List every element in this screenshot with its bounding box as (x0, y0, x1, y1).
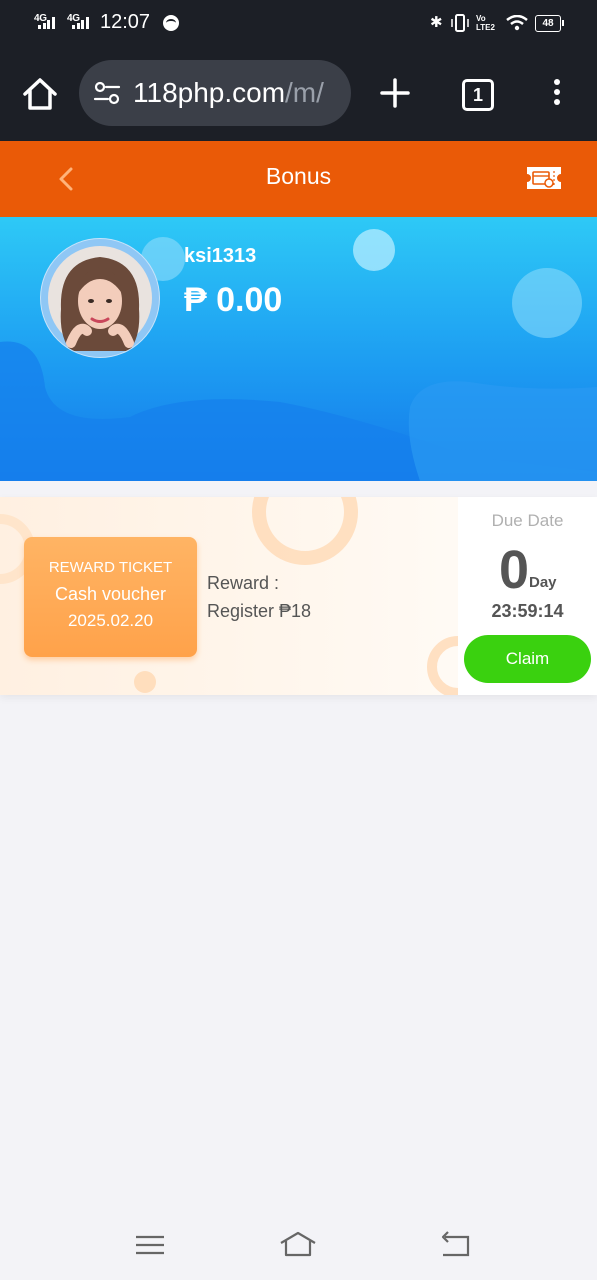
username: ksi1313 (184, 245, 257, 267)
ticket-icon[interactable] (524, 163, 564, 193)
url-path: /m/ (285, 77, 324, 108)
page-title: Bonus (265, 163, 332, 189)
reward-value: Register ₱18 (207, 601, 312, 621)
home-outline-icon[interactable] (278, 1227, 318, 1263)
reward-card: REWARD TICKET Cash voucher 2025.02.20 Re… (0, 497, 597, 695)
more-vertical-icon[interactable] (548, 79, 566, 109)
page-info-icon[interactable] (93, 81, 121, 105)
address-bar[interactable]: 118php.com/m/ (79, 60, 351, 126)
menu-icon[interactable] (130, 1227, 170, 1263)
plus-icon[interactable] (378, 76, 412, 110)
balance: ₱ 0.00 (184, 281, 283, 319)
tab-switcher-button[interactable]: 1 (462, 79, 494, 111)
ticket-date: 2025.02.20 (67, 611, 154, 630)
ticket-type: REWARD TICKET (48, 559, 173, 576)
reward-label: Reward : (207, 573, 280, 593)
profile-banner: ksi1313 ₱ 0.00 (0, 217, 597, 481)
vibrate-icon (451, 14, 469, 32)
spotify-icon (163, 15, 179, 31)
claim-button[interactable]: Claim (464, 635, 591, 683)
ticket-name: Cash voucher (54, 584, 167, 604)
reward-ticket: REWARD TICKET Cash voucher 2025.02.20 (24, 537, 197, 657)
url-text: 118php.com/m/ (133, 77, 324, 109)
url-host: 118php.com (133, 77, 286, 108)
battery-icon: 48 (535, 15, 564, 32)
clock: 12:07 (100, 11, 151, 33)
app-header: Bonus (0, 141, 597, 217)
due-date-label: Due Date (491, 511, 564, 530)
browser-toolbar: 118php.com/m/ 1 (0, 46, 597, 141)
due-unit: Day (529, 574, 557, 591)
avatar-image (48, 246, 152, 351)
system-nav-bar (0, 1215, 597, 1280)
wifi-icon (506, 15, 528, 31)
status-bar: 4G 4G 12:07 ✱ Vo LTE2 48 (0, 0, 597, 46)
due-days: 0 (499, 540, 530, 600)
back-icon[interactable] (435, 1227, 475, 1263)
bluetooth-icon: ✱ (430, 14, 443, 31)
signal-2-icon (72, 17, 89, 29)
due-time: 23:59:14 (491, 601, 564, 621)
avatar[interactable] (40, 238, 160, 358)
signal-1-icon (38, 17, 55, 29)
due-date-panel: Due Date 0 Day 23:59:14 Claim (458, 497, 597, 695)
volte-indicator: Vo LTE2 (476, 14, 495, 32)
home-icon[interactable] (20, 74, 60, 114)
